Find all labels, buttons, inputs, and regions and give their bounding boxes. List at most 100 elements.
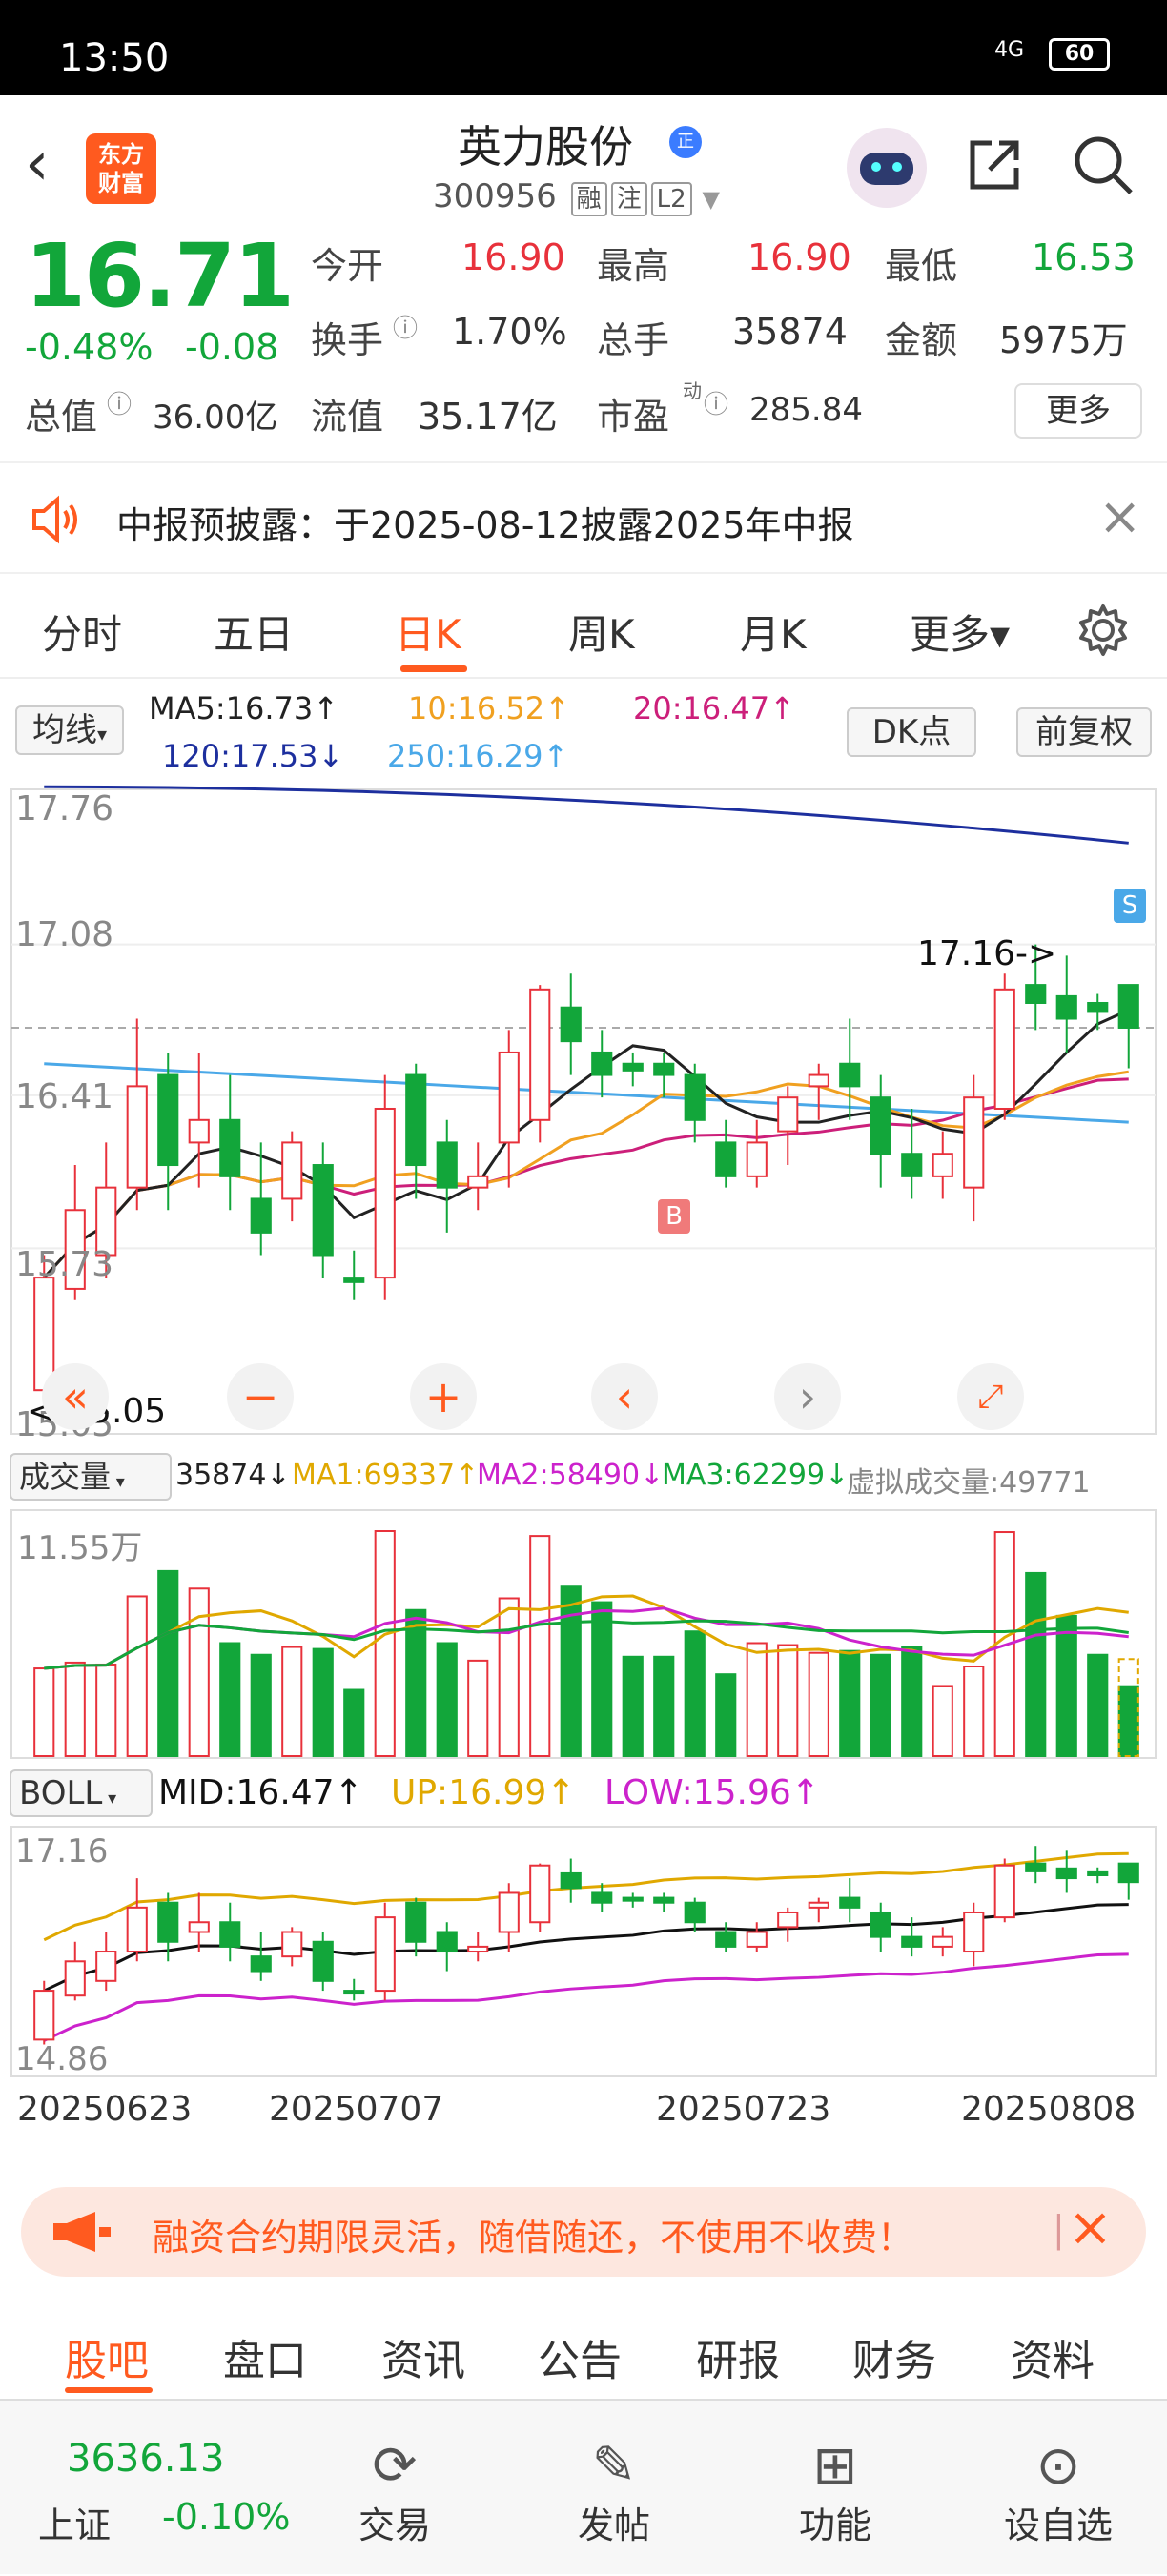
tab-intraday[interactable]: 分时 — [42, 603, 122, 661]
boll-candle-body — [622, 1896, 644, 1902]
boll-low: LOW:15.96↑ — [604, 1773, 820, 1812]
candle-body — [126, 1085, 148, 1189]
scroll-left-fast-icon[interactable]: « — [42, 1363, 109, 1430]
trade-button[interactable]: ⟳ 交易 — [328, 2401, 461, 2576]
ma250-legend: 250:16.29↑ — [387, 738, 569, 774]
more-quote-button[interactable]: 更多 — [1014, 383, 1142, 439]
search-icon[interactable] — [1072, 133, 1135, 196]
candle-body — [963, 1096, 985, 1189]
change-percent: -0.48% — [25, 326, 154, 368]
tab-news[interactable]: 资讯 — [381, 2326, 465, 2387]
float-label: 流值 — [311, 396, 384, 438]
y-label-3: 16.41 — [15, 1077, 114, 1116]
index-widget[interactable]: 3636.13 上证 -0.10% — [0, 2401, 290, 2576]
volume-bar — [219, 1642, 241, 1758]
boll-candle-body — [1025, 1862, 1047, 1872]
volume-bar — [498, 1597, 520, 1758]
close-icon[interactable]: × — [1098, 486, 1141, 546]
promo-divider: | — [1053, 2208, 1065, 2250]
chevron-left-icon[interactable]: ‹ — [25, 133, 50, 194]
boll-candle-body — [95, 1951, 117, 1982]
volume-bar — [1087, 1653, 1109, 1757]
tab-daily-k[interactable]: 日K — [395, 603, 461, 661]
tab-guba[interactable]: 股吧 — [65, 2326, 149, 2387]
volume-ma3: MA3:62299↓ — [662, 1459, 850, 1492]
adjust-button[interactable]: 前复权 — [1016, 707, 1152, 757]
info-icon[interactable]: ⓘ — [704, 385, 728, 420]
virtual-volume: 虚拟成交量:49771 — [847, 1466, 1091, 1500]
functions-button[interactable]: ⊞ 功能 — [768, 2401, 902, 2576]
promo-banner[interactable]: 融资合约期限灵活，随借随还，不使用不收费！ | × — [21, 2187, 1146, 2277]
trade-label: 交易 — [358, 2504, 431, 2546]
add-watchlist-button[interactable]: ⊙ 设自选 — [992, 2401, 1125, 2576]
status-bar: 13:50 4G 60 — [0, 0, 1167, 95]
tag-l2: L2 — [650, 182, 692, 216]
volume-bar — [405, 1608, 427, 1757]
scroll-right-icon[interactable]: › — [774, 1363, 841, 1430]
assistant-avatar[interactable] — [847, 128, 927, 208]
content-tabs: 股吧 盘口 资讯 公告 研报 财务 资料 — [0, 2305, 1167, 2399]
tab-more[interactable]: 更多▾ — [910, 603, 1010, 661]
tab-pankou[interactable]: 盘口 — [223, 2326, 307, 2387]
date-label-3: 20250723 — [656, 2090, 831, 2129]
volume-bar — [157, 1569, 179, 1757]
volume-bar — [467, 1659, 489, 1757]
tab-announcements[interactable]: 公告 — [538, 2326, 622, 2387]
info-icon[interactable]: ⓘ — [393, 309, 418, 344]
scroll-left-icon[interactable]: ‹ — [591, 1363, 658, 1430]
boll-candle-body — [963, 1911, 985, 1953]
notice-text: 中报预披露：于2025-08-12披露2025年中报 — [116, 504, 854, 546]
volume-chart[interactable] — [0, 1506, 1167, 1764]
volume-bar — [126, 1595, 148, 1758]
tab-research[interactable]: 研报 — [696, 2326, 780, 2387]
stock-code: 300956 — [433, 177, 557, 215]
tab-profile[interactable]: 资料 — [1011, 2326, 1095, 2387]
post-button[interactable]: ✎ 发帖 — [547, 2401, 681, 2576]
candle-body — [281, 1141, 303, 1200]
tab-five-day[interactable]: 五日 — [214, 603, 294, 661]
zoom-out-icon[interactable]: − — [227, 1363, 294, 1430]
sell-marker[interactable]: S — [1114, 889, 1146, 923]
ma5-legend: MA5:16.73↑ — [149, 690, 339, 726]
share-icon[interactable] — [963, 133, 1026, 196]
boll-candle-body — [467, 1945, 489, 1953]
tag-registered: 注 — [610, 182, 647, 216]
ma-selector[interactable]: 均线▾ — [15, 705, 124, 755]
candle-body — [839, 1062, 861, 1088]
volume-selector[interactable]: 成交量 ▾ — [10, 1453, 172, 1501]
tab-finance[interactable]: 财务 — [852, 2326, 936, 2387]
signal-icon: 4G — [993, 38, 1024, 62]
volume-bar — [622, 1655, 644, 1757]
fullscreen-icon[interactable]: ⤢ — [957, 1363, 1024, 1430]
boll-chart[interactable] — [0, 1823, 1167, 2080]
tab-weekly-k[interactable]: 周K — [568, 603, 635, 661]
index-change: -0.10% — [162, 2496, 291, 2538]
open-label: 今开 — [311, 245, 384, 287]
gear-icon[interactable] — [1075, 603, 1131, 658]
index-name: 上证 — [38, 2504, 112, 2546]
tab-monthly-k[interactable]: 月K — [740, 603, 807, 661]
boll-selector[interactable]: BOLL ▾ — [10, 1769, 153, 1817]
zoom-in-icon[interactable]: + — [410, 1363, 477, 1430]
app-logo[interactable]: 东方 财富 — [86, 133, 156, 204]
boll-candle-body — [281, 1931, 303, 1958]
volume-bar — [746, 1642, 768, 1758]
candle-body — [250, 1197, 272, 1234]
boll-candle-body — [498, 1891, 520, 1933]
date-label-4: 20250808 — [961, 2090, 1136, 2129]
candle-body — [622, 1062, 644, 1072]
low-label: 最低 — [885, 245, 958, 287]
dk-point-button[interactable]: DK点 — [847, 707, 976, 757]
tag-margin: 融 — [570, 182, 607, 216]
candle-body — [1025, 984, 1047, 1004]
candlestick-chart[interactable] — [0, 782, 1167, 1449]
volume-bar — [436, 1642, 458, 1758]
close-icon[interactable]: × — [1068, 2197, 1113, 2259]
volume-bar — [591, 1601, 613, 1757]
info-icon[interactable]: ⓘ — [107, 385, 132, 420]
turnover-label: 换手 — [311, 319, 384, 361]
buy-marker[interactable]: B — [658, 1199, 690, 1234]
chevron-down-icon[interactable]: ▼ — [702, 186, 719, 213]
notice-bar[interactable]: 中报预披露：于2025-08-12披露2025年中报 × — [0, 461, 1167, 574]
boll-candle-body — [1117, 1862, 1139, 1884]
